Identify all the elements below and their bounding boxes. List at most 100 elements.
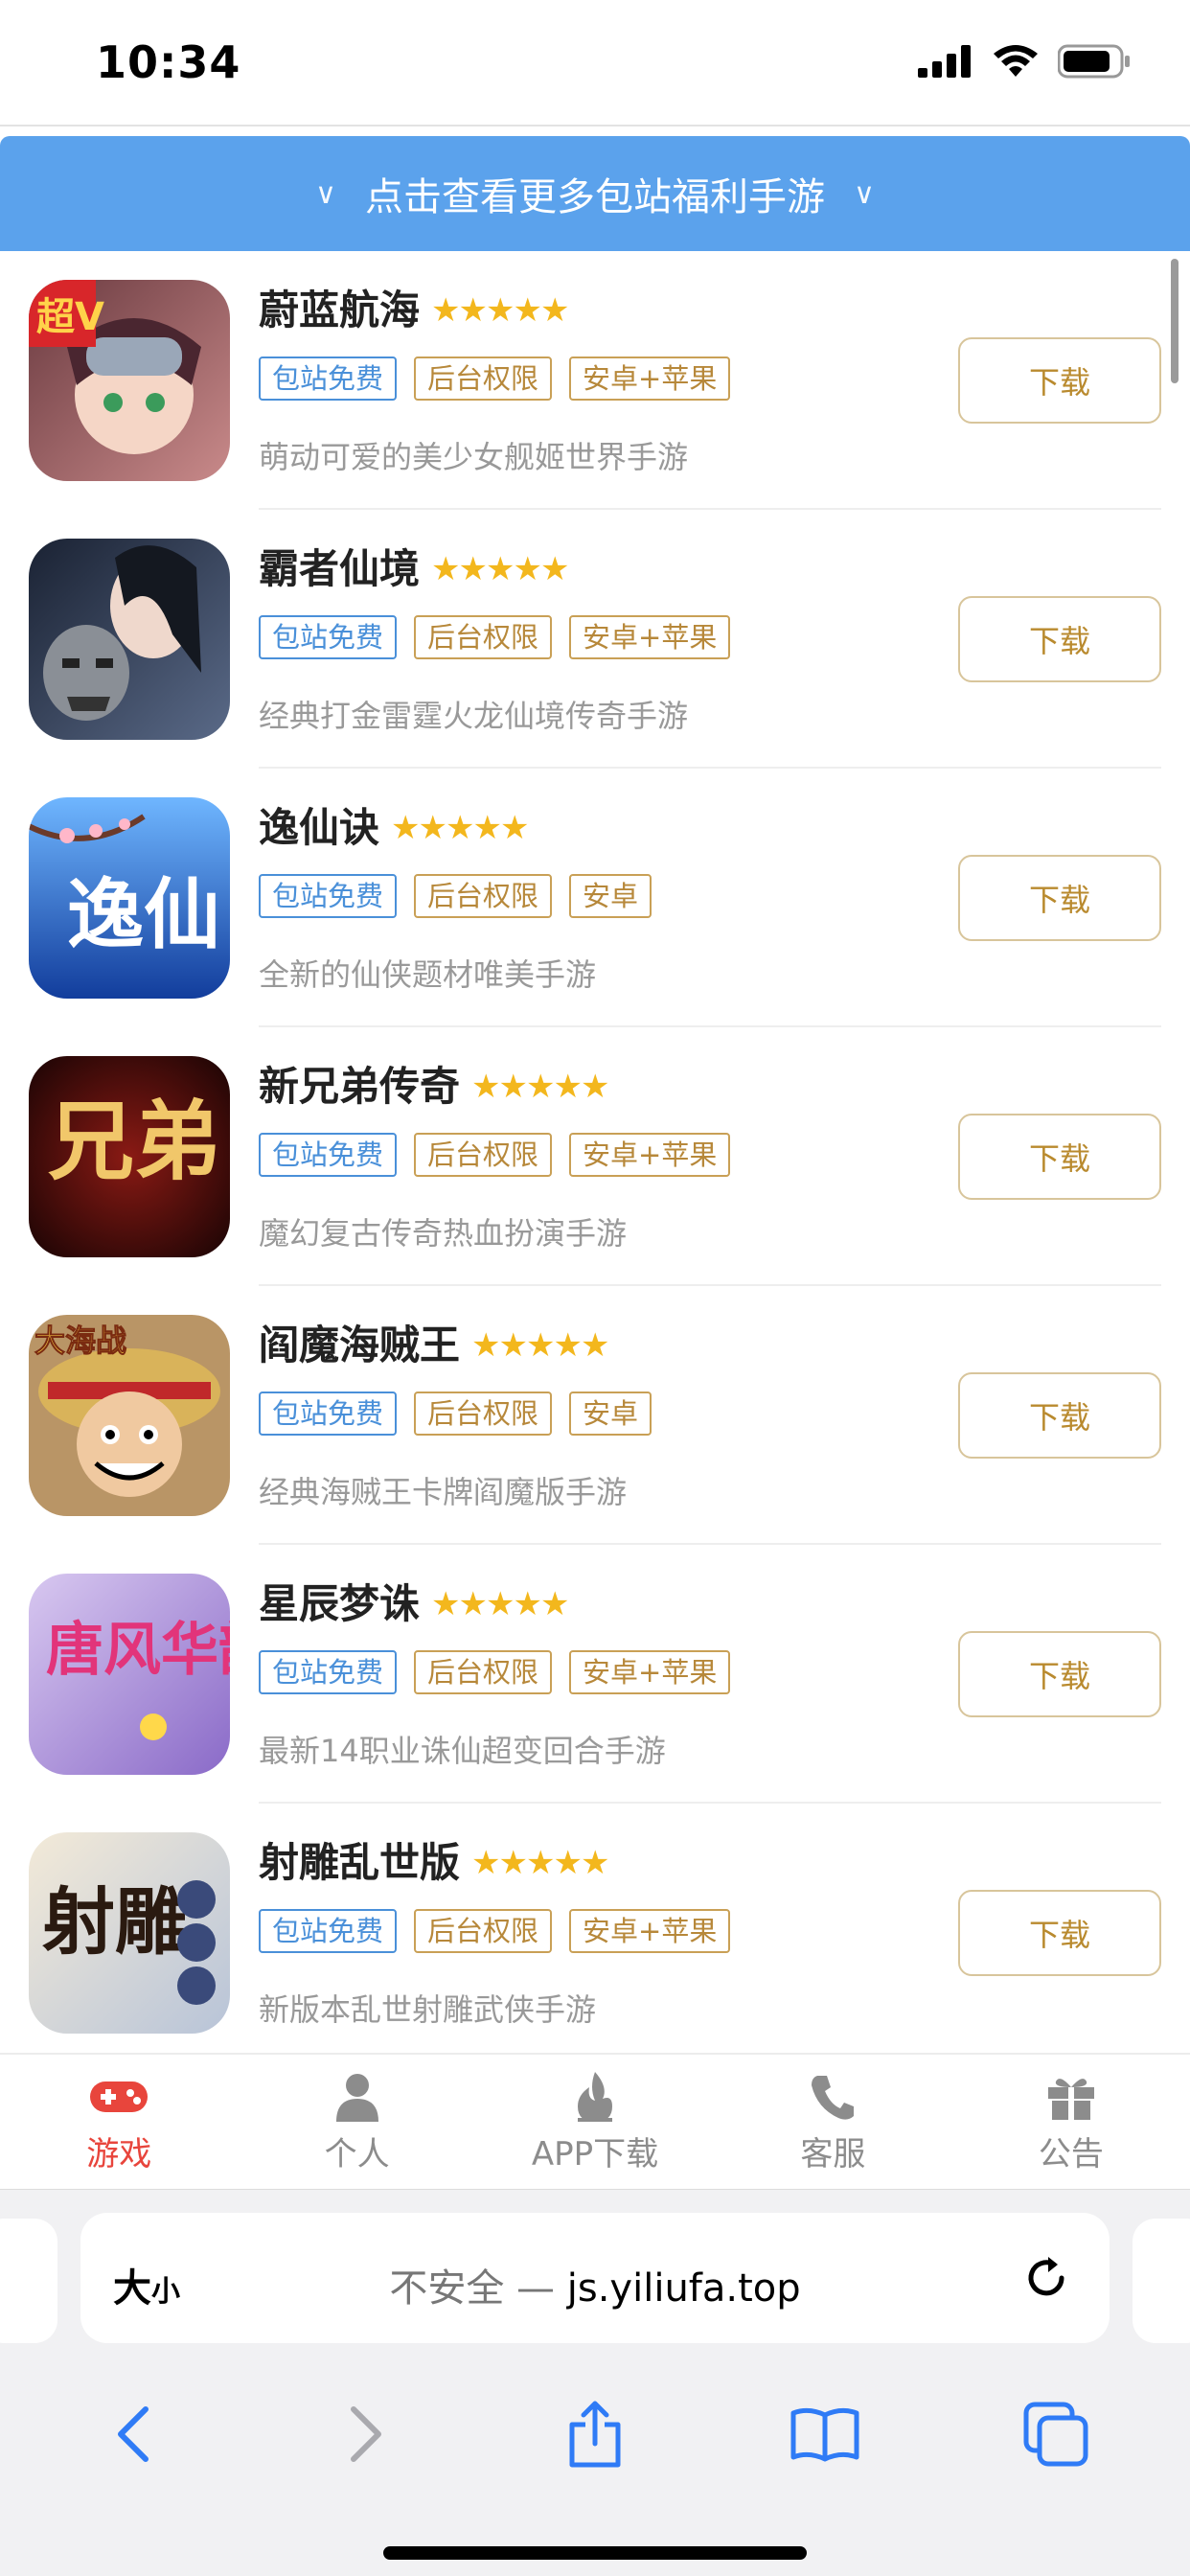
tag-platform: 安卓+苹果 (569, 615, 731, 659)
chevron-down-icon: ∨ (315, 176, 336, 211)
game-icon[interactable]: 逸仙 (29, 797, 230, 999)
game-item[interactable]: 霸者仙境 ★★★★★ 包站免费 后台权限 安卓+苹果 经典打金雷霆火龙仙境传奇手游… (0, 510, 1190, 769)
forward-icon[interactable] (317, 2386, 413, 2482)
game-icon[interactable]: 超V (29, 280, 230, 481)
url-domain: js.yiliufa.top (566, 2266, 801, 2311)
bottom-tab-nav: 游戏 个人 APP下载 客服 公告 (0, 2053, 1190, 2189)
bookmarks-icon[interactable] (777, 2386, 873, 2482)
tag-admin: 后台权限 (414, 615, 553, 659)
game-icon[interactable] (29, 539, 230, 740)
tag-group: 包站免费 后台权限 安卓 (259, 874, 652, 918)
share-icon[interactable] (547, 2386, 643, 2482)
game-item[interactable]: 大海战 阎魔海贼王 ★★★★★ 包站免费 后台权限 安卓 经典海贼王卡牌阎魔版手游… (0, 1286, 1190, 1545)
wifi-icon (994, 45, 1038, 77)
tab-label: 游戏 (86, 2134, 152, 2174)
tabs-icon[interactable] (1008, 2386, 1104, 2482)
home-indicator (383, 2546, 807, 2560)
rating-stars-icon: ★★★★★ (431, 1585, 569, 1623)
tag-platform: 安卓 (569, 1392, 652, 1436)
game-icon[interactable]: 大海战 (29, 1315, 230, 1516)
status-icons (918, 44, 1131, 79)
download-button[interactable]: 下载 (958, 1114, 1161, 1200)
tag-admin: 后台权限 (414, 1909, 553, 1953)
tag-platform: 安卓+苹果 (569, 1133, 731, 1177)
banner-text: 点击查看更多包站福利手游 (365, 175, 825, 219)
game-item[interactable]: 超V 蔚蓝航海 ★★★★★ 包站免费 后台权限 安卓+苹果 萌动可爱的美少女舰姬世… (0, 251, 1190, 510)
rating-stars-icon: ★★★★★ (471, 1844, 609, 1882)
tag-group: 包站免费 后台权限 安卓 (259, 1392, 652, 1436)
tab-announcements[interactable]: 公告 (952, 2055, 1190, 2189)
tag-group: 包站免费 后台权限 安卓+苹果 (259, 356, 731, 401)
game-item[interactable]: 逸仙 逸仙诀 ★★★★★ 包站免费 后台权限 安卓 全新的仙侠题材唯美手游 下载 (0, 769, 1190, 1027)
tab-label: 公告 (1038, 2134, 1104, 2174)
cellular-signal-icon (918, 45, 971, 78)
status-time: 10:34 (96, 36, 241, 88)
game-icon[interactable]: 射雕 (29, 1832, 230, 2034)
person-icon (327, 2070, 388, 2124)
game-name: 新兄弟传奇 (259, 1063, 461, 1110)
game-name: 阎魔海贼王 (259, 1322, 461, 1368)
game-description: 新版本乱世射雕武侠手游 (259, 1991, 597, 2028)
game-name: 逸仙诀 (259, 804, 380, 851)
url-text: 不安全 — js.yiliufa.top (80, 2257, 1110, 2312)
rating-stars-icon: ★★★★★ (431, 291, 569, 330)
more-games-banner[interactable]: ∨ 点击查看更多包站福利手游 ∨ (0, 136, 1190, 251)
download-button[interactable]: 下载 (958, 855, 1161, 941)
tab-app-download[interactable]: APP下载 (476, 2055, 714, 2189)
game-name: 蔚蓝航海 (259, 287, 421, 334)
tab-profile[interactable]: 个人 (238, 2055, 475, 2189)
tab-label: 个人 (324, 2134, 390, 2174)
address-bar[interactable]: 大小 不安全 — js.yiliufa.top (80, 2213, 1110, 2343)
reload-icon[interactable] (1021, 2253, 1071, 2307)
game-icon[interactable]: 唐风华韵 (29, 1574, 230, 1775)
phone-icon (802, 2070, 863, 2124)
download-button[interactable]: 下载 (958, 596, 1161, 682)
next-tab-preview[interactable] (1133, 2219, 1190, 2343)
gamepad-icon (88, 2070, 149, 2124)
rating-stars-icon: ★★★★★ (471, 1068, 609, 1106)
download-button[interactable]: 下载 (958, 337, 1161, 424)
game-description: 经典海贼王卡牌阎魔版手游 (259, 1474, 628, 1510)
game-item[interactable]: 唐风华韵 星辰梦诛 ★★★★★ 包站免费 后台权限 安卓+苹果 最新14职业诛仙超… (0, 1545, 1190, 1804)
game-icon-text: 大海战 (34, 1322, 126, 1359)
game-icon-text: 超V (36, 295, 104, 339)
rating-stars-icon: ★★★★★ (391, 809, 529, 847)
game-description: 经典打金雷霆火龙仙境传奇手游 (259, 698, 689, 734)
flame-icon (564, 2070, 626, 2124)
battery-icon (1058, 44, 1130, 79)
tag-free: 包站免费 (259, 356, 398, 401)
game-item[interactable]: 兄弟 新兄弟传奇 ★★★★★ 包站免费 后台权限 安卓+苹果 魔幻复古传奇热血扮演… (0, 1027, 1190, 1286)
game-description: 萌动可爱的美少女舰姬世界手游 (259, 439, 689, 475)
tag-free: 包站免费 (259, 615, 398, 659)
game-name: 射雕乱世版 (259, 1839, 461, 1886)
tag-free: 包站免费 (259, 1909, 398, 1953)
back-icon[interactable] (86, 2386, 182, 2482)
game-icon[interactable]: 兄弟 (29, 1056, 230, 1257)
game-icon-text: 逸仙 (67, 869, 220, 959)
gift-icon (1041, 2070, 1102, 2124)
tag-free: 包站免费 (259, 1133, 398, 1177)
tag-free: 包站免费 (259, 1650, 398, 1694)
tab-label: 客服 (800, 2134, 866, 2174)
tag-platform: 安卓 (569, 874, 652, 918)
tab-games[interactable]: 游戏 (0, 2055, 238, 2189)
previous-tab-preview[interactable] (0, 2219, 57, 2343)
download-button[interactable]: 下载 (958, 1372, 1161, 1459)
tag-group: 包站免费 后台权限 安卓+苹果 (259, 1650, 731, 1694)
tag-group: 包站免费 后台权限 安卓+苹果 (259, 1133, 731, 1177)
tag-free: 包站免费 (259, 1392, 398, 1436)
game-description: 魔幻复古传奇热血扮演手游 (259, 1215, 628, 1252)
game-description: 全新的仙侠题材唯美手游 (259, 956, 597, 993)
tag-group: 包站免费 后台权限 安卓+苹果 (259, 615, 731, 659)
download-button[interactable]: 下载 (958, 1631, 1161, 1717)
tab-support[interactable]: 客服 (714, 2055, 951, 2189)
rating-stars-icon: ★★★★★ (431, 550, 569, 588)
insecure-label: 不安全 — (389, 2266, 567, 2311)
chevron-down-icon: ∨ (854, 176, 875, 211)
tag-free: 包站免费 (259, 874, 398, 918)
game-item[interactable]: 射雕 射雕乱世版 ★★★★★ 包站免费 后台权限 安卓+苹果 新版本乱世射雕武侠手… (0, 1804, 1190, 2053)
download-button[interactable]: 下载 (958, 1890, 1161, 1976)
scroll-indicator[interactable] (1171, 259, 1179, 383)
game-name: 星辰梦诛 (259, 1580, 421, 1627)
game-name: 霸者仙境 (259, 545, 421, 592)
